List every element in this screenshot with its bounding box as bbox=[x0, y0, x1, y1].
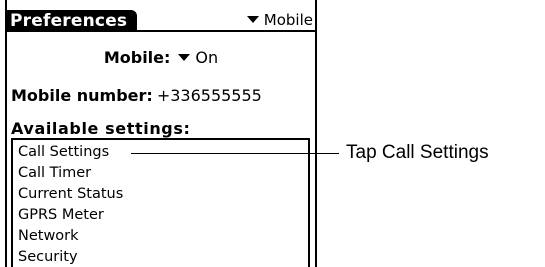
dropdown-triangle-icon bbox=[246, 16, 259, 23]
mobile-number-row: Mobile number: +336555555 bbox=[11, 86, 262, 106]
mobile-value: On bbox=[195, 48, 219, 67]
mobile-picker[interactable]: On bbox=[178, 48, 218, 67]
app-title: Preferences bbox=[7, 10, 137, 32]
list-item-network[interactable]: Network bbox=[18, 226, 79, 247]
list-item-security[interactable]: Security bbox=[18, 247, 78, 267]
mobile-number-label: Mobile number: bbox=[11, 86, 153, 105]
callout-text: Tap Call Settings bbox=[346, 142, 489, 163]
settings-list: Call Settings Call Timer Current Status … bbox=[11, 138, 310, 267]
title-bar: Preferences Mobile bbox=[7, 10, 315, 32]
category-picker[interactable]: Mobile bbox=[246, 10, 313, 30]
callout-line bbox=[131, 153, 339, 154]
mobile-setting-row: Mobile: On bbox=[7, 48, 315, 68]
list-item-call-timer[interactable]: Call Timer bbox=[18, 163, 91, 184]
available-settings-label: Available settings: bbox=[11, 119, 191, 138]
mobile-number-value: +336555555 bbox=[156, 86, 262, 105]
dropdown-triangle-icon bbox=[178, 54, 191, 61]
list-item-call-settings[interactable]: Call Settings bbox=[18, 142, 109, 163]
list-item-gprs-meter[interactable]: GPRS Meter bbox=[18, 205, 104, 226]
category-label: Mobile bbox=[263, 11, 313, 29]
mobile-label: Mobile: bbox=[103, 48, 171, 67]
list-item-current-status[interactable]: Current Status bbox=[18, 184, 123, 205]
device-screen: Preferences Mobile Mobile: On Mobile numb… bbox=[5, 0, 317, 267]
